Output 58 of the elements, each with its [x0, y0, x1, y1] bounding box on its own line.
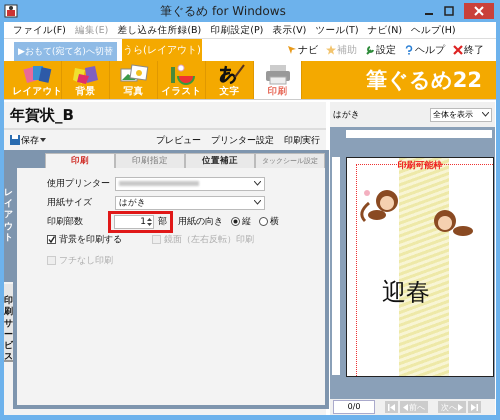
toolbar-link[interactable]: 設定 — [365, 43, 396, 57]
product-logo: 筆ぐるめ22 — [366, 67, 482, 94]
save-button[interactable]: 保存 — [10, 134, 46, 146]
chevron-down-icon — [254, 200, 261, 205]
toolbar-button[interactable]: プレビュー — [156, 134, 201, 146]
radio-button[interactable] — [259, 217, 268, 226]
skip-back-icon — [388, 404, 395, 410]
radio-option[interactable]: 横 — [259, 215, 279, 228]
close-icon — [453, 45, 463, 55]
tab[interactable]: 印刷指定 — [115, 153, 185, 168]
field-label: 用紙サイズ — [47, 196, 93, 209]
menu-item[interactable]: ナビ(N) — [368, 24, 402, 36]
help-icon — [404, 45, 414, 55]
menu-item[interactable]: 表示(V) — [272, 24, 306, 36]
checkbox[interactable] — [47, 235, 56, 244]
toolbar-link[interactable]: ヘルプ — [404, 43, 445, 57]
toolbar-link[interactable]: 終了 — [453, 43, 484, 57]
pointer-icon — [287, 45, 297, 55]
field-label: 使用プリンター — [47, 177, 111, 190]
document-title: 年賀状_B — [4, 102, 326, 130]
menu-item[interactable]: 差し込み住所録(B) — [117, 24, 202, 36]
checkbox-option[interactable]: 背景を印刷する — [47, 233, 122, 246]
toolbar-button[interactable]: 印刷実行 — [284, 134, 320, 146]
triangle-left-icon — [403, 404, 408, 410]
window-title: 筆ぐるめ for Windows — [159, 2, 287, 20]
close-icon — [474, 6, 484, 16]
field-label: 印刷部数 — [47, 216, 84, 228]
side-tab[interactable]: 印刷サービス — [4, 284, 13, 362]
greeting-text: 迎春 — [382, 277, 430, 308]
menu-item[interactable]: ヘルプ(H) — [411, 24, 456, 36]
paper-label: はがき — [333, 108, 360, 120]
tab[interactable]: 位置補正 — [185, 153, 255, 168]
radio-button[interactable] — [231, 217, 240, 226]
page-counter: 0/0 — [333, 400, 375, 414]
triangle-right-icon — [458, 404, 463, 410]
chevron-down-icon — [254, 181, 261, 186]
caret-icon — [40, 137, 46, 143]
menu-item[interactable]: 印刷設定(P) — [210, 24, 264, 36]
spinner-arrows-icon — [146, 216, 153, 226]
maximize-icon[interactable] — [444, 6, 454, 16]
wrench-icon — [365, 45, 375, 55]
close-button[interactable] — [464, 3, 494, 19]
zoom-dropdown[interactable]: 全体を表示 — [430, 108, 492, 122]
copies-spinner[interactable]: 1 — [114, 214, 154, 228]
unit-label: 部 — [158, 216, 167, 228]
paper-size-dropdown[interactable]: はがき — [115, 196, 265, 210]
chevron-down-icon — [482, 112, 489, 117]
skip-forward-icon — [471, 404, 478, 410]
app-icon — [4, 4, 18, 18]
radio-option[interactable]: 縦 — [231, 215, 251, 228]
toolbar-link[interactable]: ナビ — [287, 43, 318, 57]
star-icon — [326, 45, 336, 55]
tab[interactable]: 印刷 — [45, 153, 115, 168]
toolbar-button[interactable]: プリンター設定 — [211, 134, 274, 146]
menu-item[interactable]: ツール(T) — [315, 24, 359, 36]
field-label: 用紙の向き — [178, 216, 223, 228]
menu-item[interactable]: ファイル(F) — [13, 24, 66, 36]
print-area-label: 印刷可能枠 — [396, 159, 444, 172]
